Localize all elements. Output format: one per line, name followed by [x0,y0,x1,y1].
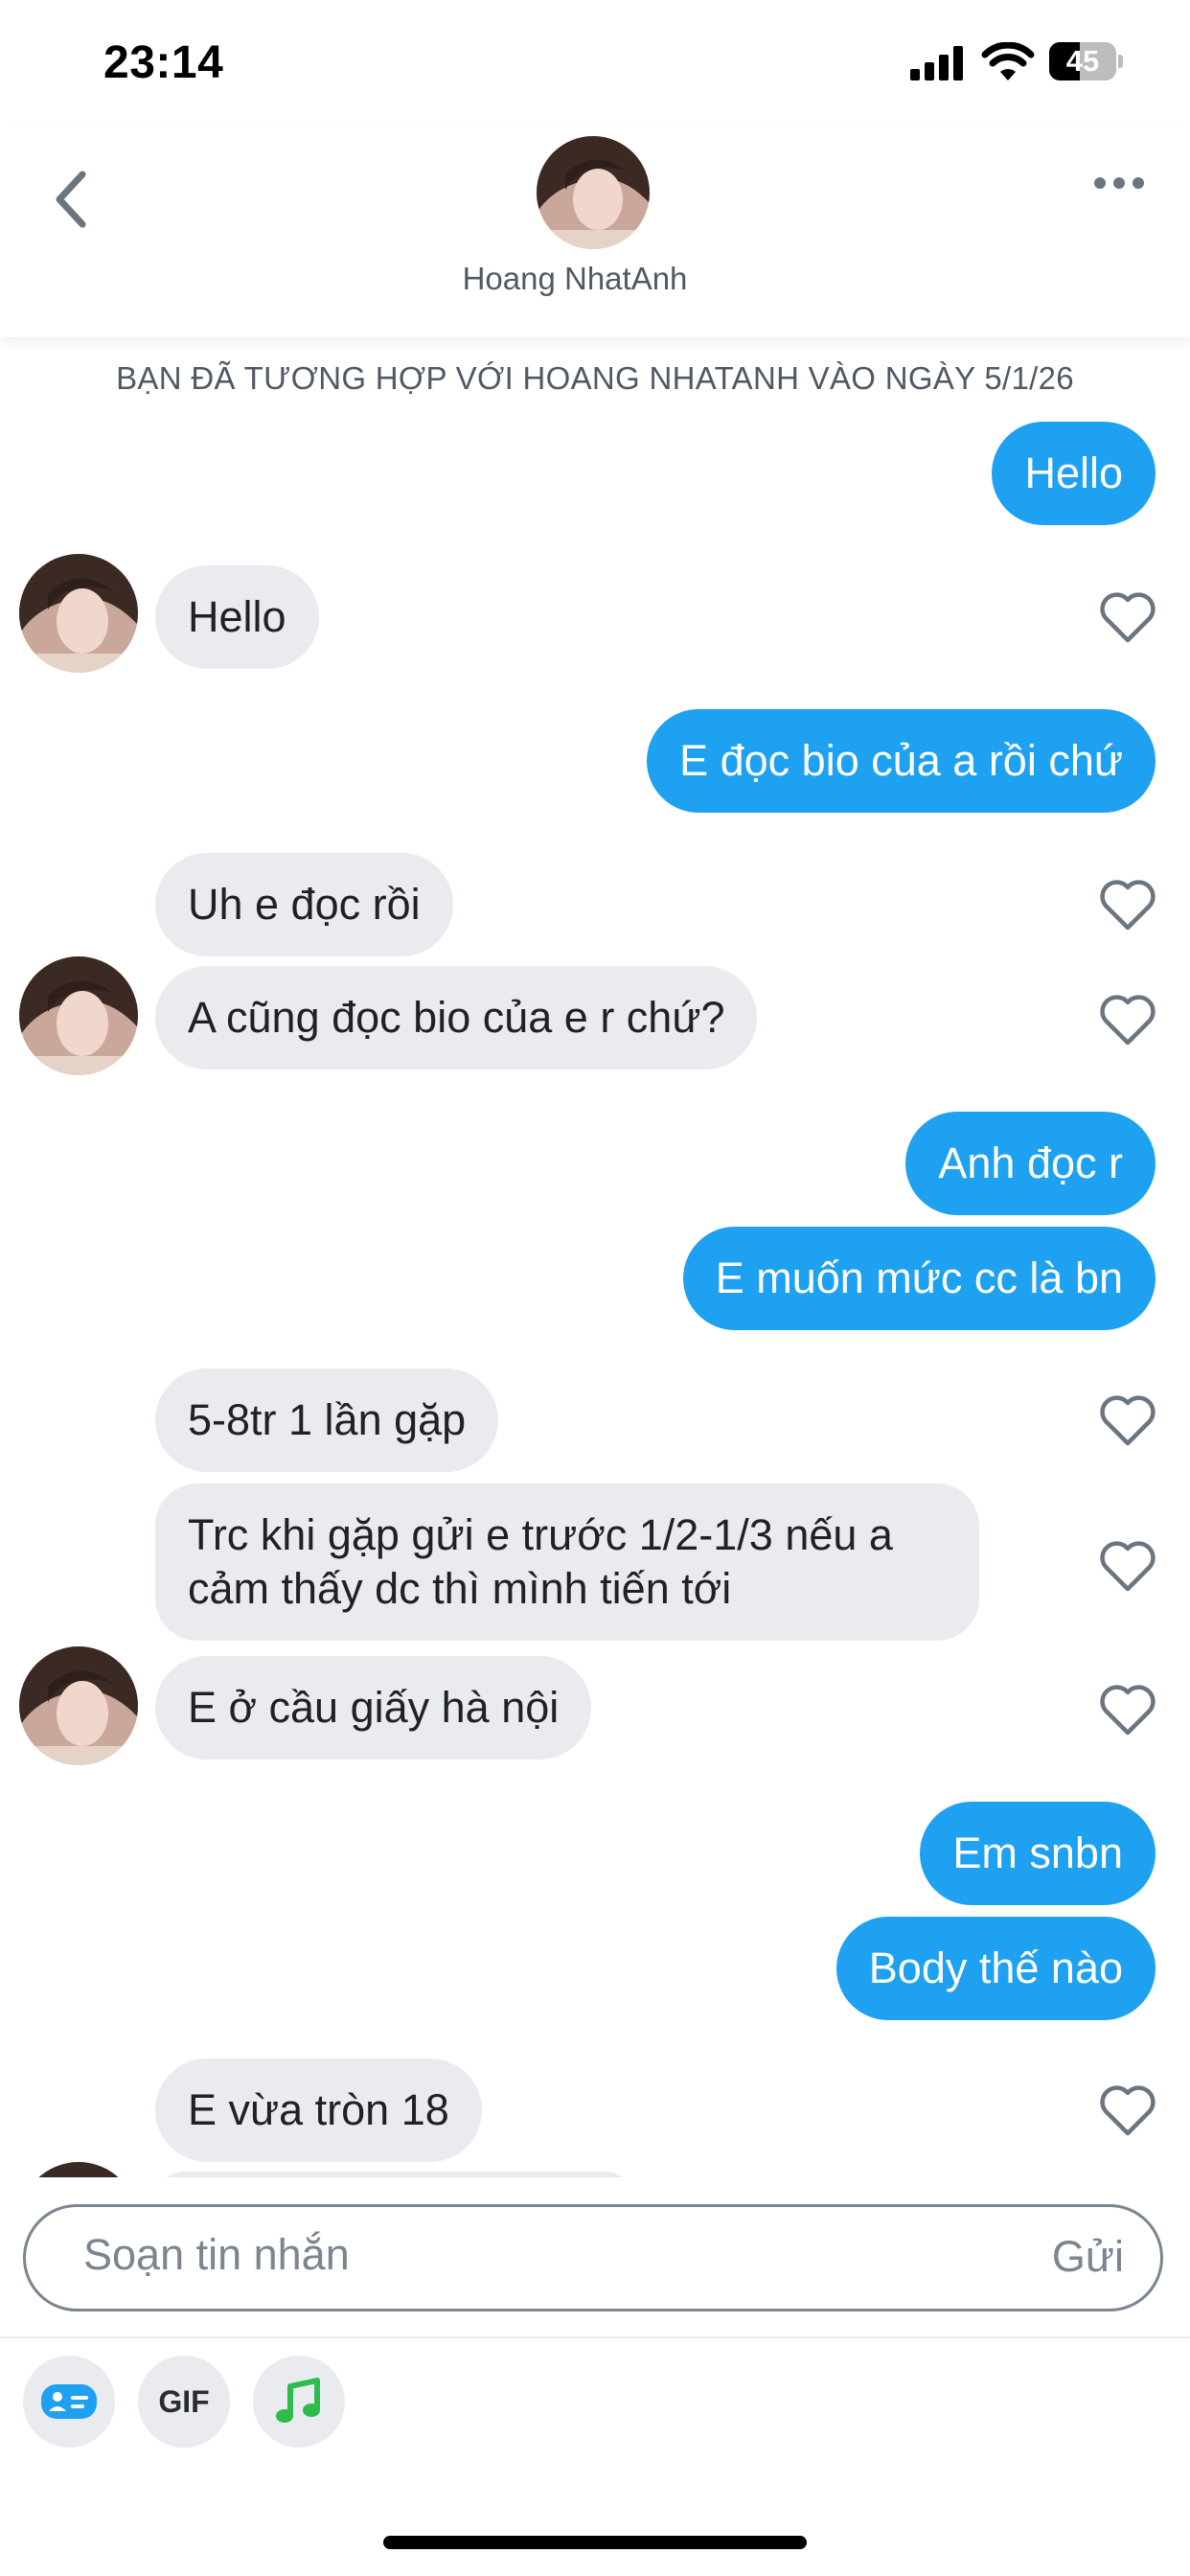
message-bubble-incoming[interactable]: 5-8tr 1 lần gặp [155,1368,499,1472]
message-bubble-outgoing[interactable]: Em snbn [920,1802,1156,1905]
sender-avatar[interactable] [19,554,138,673]
message-bubble-outgoing[interactable]: Hello [992,422,1156,525]
message-bubble-outgoing[interactable]: E muốn mức cc là bn [682,1227,1156,1330]
composer: Soạn tin nhắn Gửi GIF [0,2177,1190,2576]
cellular-signal-icon [910,46,963,80]
status-bar: 23:14 45 [0,0,1190,125]
battery-percent: 45 [1065,44,1100,78]
id-card-icon [41,2384,97,2419]
back-button[interactable] [42,161,100,238]
wifi-icon [981,42,1035,80]
message-bubble-incoming[interactable]: E ở cầu giấy hà nội [155,1656,592,1760]
contact-card-button[interactable] [23,2356,115,2448]
heart-icon[interactable] [1098,2083,1157,2137]
contact-name[interactable]: Hoang NhatAnh [0,261,1150,297]
message-bubble-outgoing[interactable]: E đọc bio của a rồi chứ [647,709,1156,813]
gif-button[interactable]: GIF [138,2356,230,2448]
message-input-placeholder: Soạn tin nhắn [83,2230,350,2279]
message-input[interactable]: Soạn tin nhắn Gửi [23,2204,1163,2312]
message-bubble-incoming[interactable]: A cũng đọc bio của e r chứ? [155,966,758,1070]
heart-icon[interactable] [1098,1393,1157,1447]
status-time: 23:14 [103,37,224,88]
home-indicator[interactable] [383,2536,807,2549]
message-bubble-incoming[interactable]: Hello [155,565,319,669]
more-options-button[interactable] [1083,159,1156,207]
heart-icon[interactable] [1098,1539,1157,1593]
more-dots-icon [1094,177,1106,189]
message-bubble-incoming[interactable]: E vừa tròn 18 [155,2058,482,2162]
message-bubble-incoming[interactable]: Trc khi gặp gửi e trước 1/2-1/3 nếu a cả… [155,1484,979,1641]
message-bubble-outgoing[interactable]: Anh đọc r [905,1112,1156,1215]
battery-icon: 45 [1049,42,1123,80]
music-button[interactable] [253,2356,345,2448]
composer-divider [0,2336,1190,2338]
heart-icon[interactable] [1098,993,1157,1046]
send-button[interactable]: Gửi [1052,2232,1124,2282]
sender-avatar[interactable] [19,956,138,1075]
profile-avatar[interactable] [537,136,650,249]
chat-header: Hoang NhatAnh [0,125,1190,337]
chevron-left-icon [56,171,86,228]
heart-icon[interactable] [1098,878,1157,932]
match-banner: BẠN ĐÃ TƯƠNG HỢP VỚI HOANG NHATANH VÀO N… [116,360,1074,396]
message-bubble-incoming[interactable]: Uh e đọc rồi [155,853,453,956]
gif-label: GIF [158,2383,210,2419]
heart-icon[interactable] [1098,590,1157,644]
heart-icon[interactable] [1098,1683,1157,1736]
music-note-icon [276,2378,320,2423]
message-bubble-outgoing[interactable]: Body thế nào [835,1917,1156,2020]
sender-avatar[interactable] [19,1646,138,1765]
